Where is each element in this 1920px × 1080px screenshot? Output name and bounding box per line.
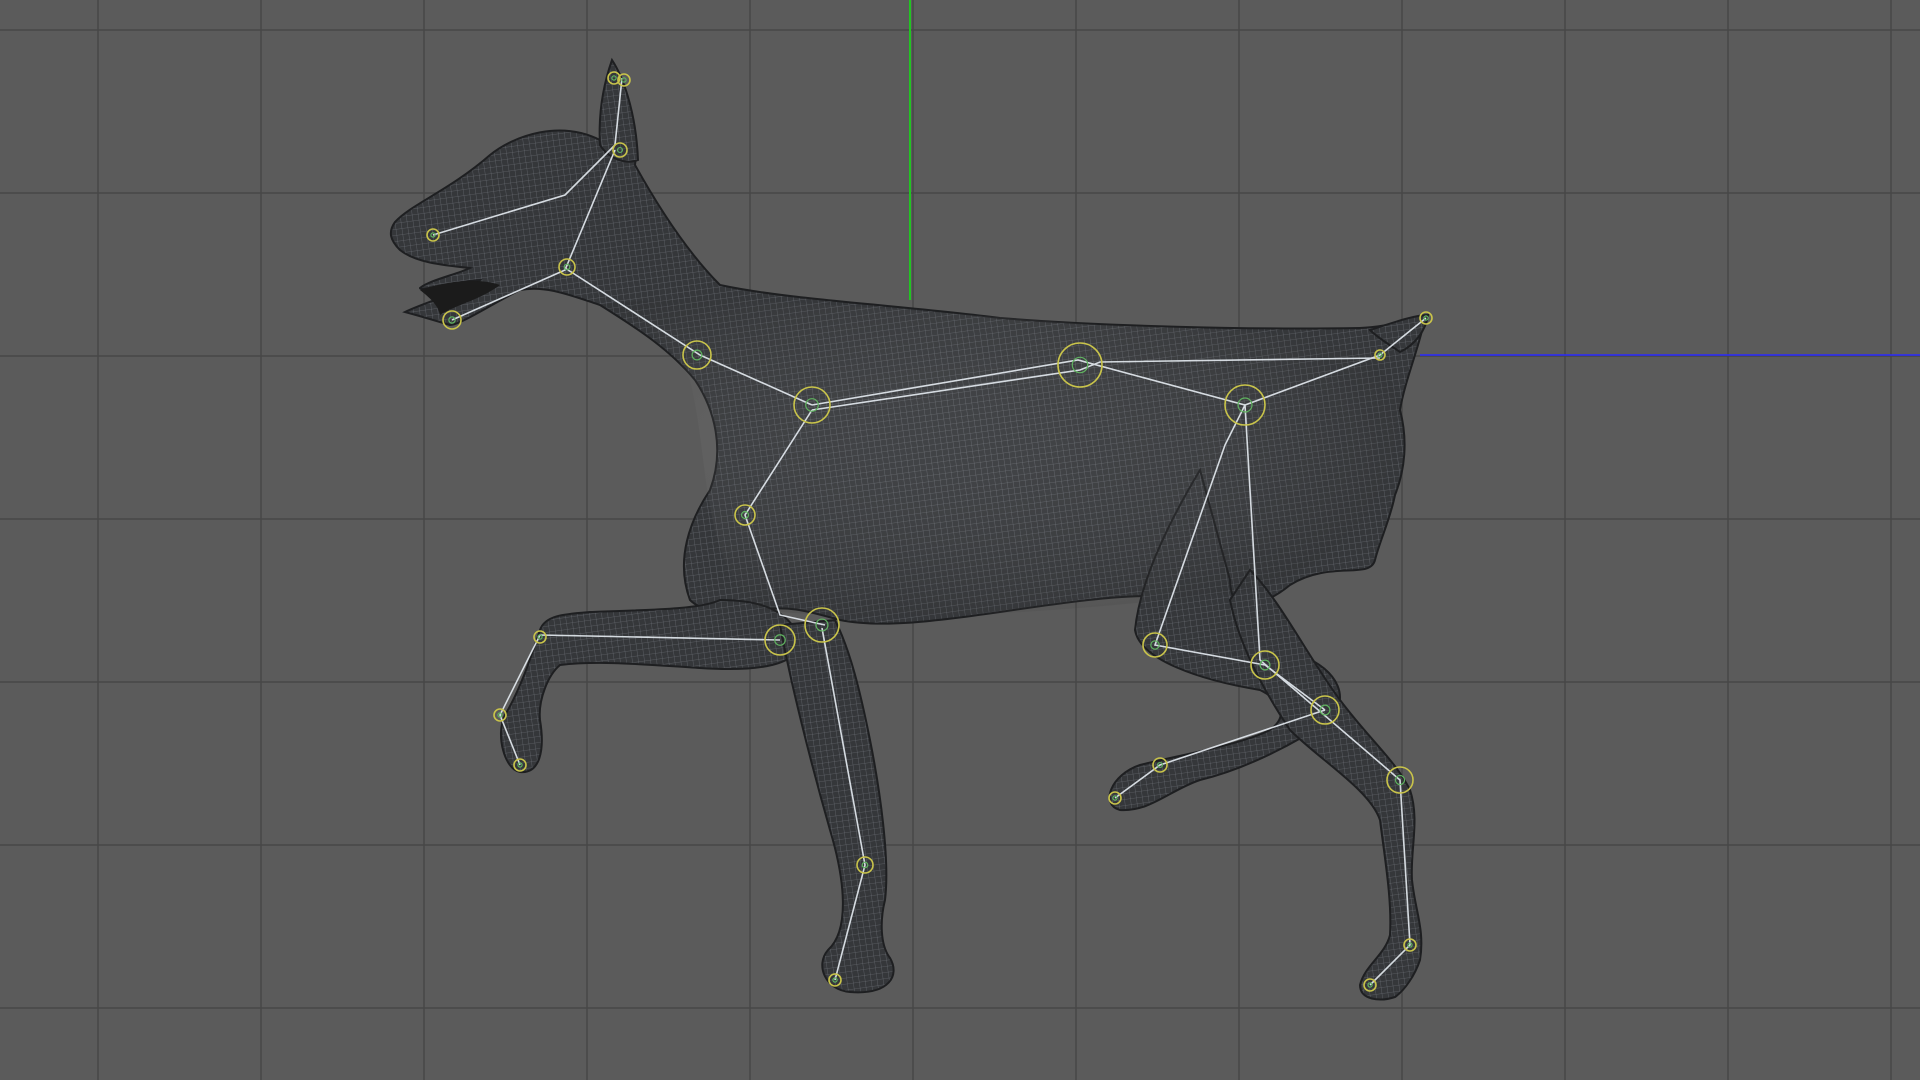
viewport-canvas[interactable] — [0, 0, 1920, 1080]
front-raised-leg[interactable] — [500, 598, 802, 774]
3d-viewport[interactable] — [0, 0, 1920, 1080]
front-standing-leg[interactable] — [778, 618, 895, 994]
